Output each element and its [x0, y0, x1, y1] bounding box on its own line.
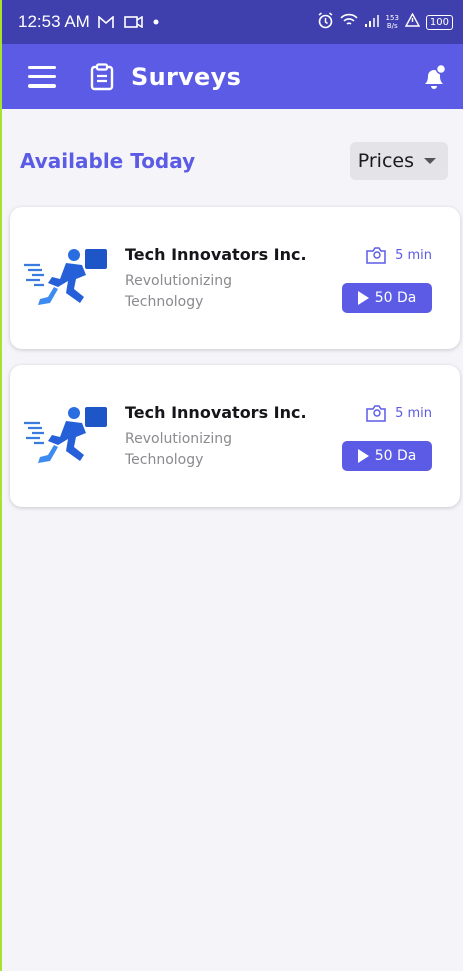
survey-company: Tech Innovators Inc. — [125, 403, 307, 422]
timer-icon — [366, 405, 386, 422]
survey-duration-label: 5 min — [395, 248, 432, 263]
survey-card[interactable]: Tech Innovators Inc. Revolutionizing Tec… — [10, 365, 460, 507]
net-speed-unit: B/s — [386, 22, 398, 30]
section-title: Available Today — [20, 149, 196, 173]
net-speed: 153 B/s — [386, 14, 399, 30]
bell-icon[interactable] — [421, 63, 447, 91]
menu-icon[interactable] — [28, 65, 56, 88]
signal-icon — [364, 13, 380, 31]
video-camera-icon — [124, 16, 143, 28]
start-survey-button[interactable]: 50 Da — [342, 441, 432, 471]
survey-company: Tech Innovators Inc. — [125, 245, 307, 264]
wifi-icon — [339, 13, 358, 31]
survey-duration-label: 5 min — [395, 406, 432, 421]
page-title: Surveys — [131, 62, 242, 91]
survey-description: Revolutionizing Technology — [125, 273, 233, 310]
app-bar: Surveys — [2, 44, 463, 109]
delivery-runner-icon — [24, 407, 107, 463]
start-survey-button[interactable]: 50 Da — [342, 283, 432, 313]
chevron-down-icon — [424, 158, 436, 164]
survey-card[interactable]: Tech Innovators Inc. Revolutionizing Tec… — [10, 207, 460, 349]
survey-reward: 50 Da — [374, 290, 417, 306]
delivery-runner-icon — [24, 249, 107, 305]
gmail-icon — [98, 15, 114, 29]
alarm-icon — [317, 11, 334, 33]
play-icon — [357, 291, 369, 305]
notification-dot-icon — [153, 19, 159, 25]
section-header: Available Today Prices — [20, 140, 448, 182]
battery-icon: 100 — [425, 14, 453, 30]
survey-duration: 5 min — [365, 405, 432, 422]
battery-level: 100 — [429, 16, 449, 28]
survey-reward: 50 Da — [374, 448, 417, 464]
status-time: 12:53 AM — [18, 12, 90, 31]
sort-dropdown[interactable]: Prices — [349, 142, 448, 180]
sort-dropdown-label: Prices — [357, 150, 414, 172]
clipboard-icon — [90, 62, 114, 90]
net-speed-value: 153 — [385, 14, 399, 22]
timer-icon — [366, 247, 386, 264]
status-bar: 12:53 AM 153 B/s 100 — [2, 0, 463, 44]
play-icon — [357, 449, 369, 463]
survey-description: Revolutionizing Technology — [125, 431, 233, 468]
warning-icon — [404, 12, 421, 31]
survey-duration: 5 min — [365, 247, 432, 264]
